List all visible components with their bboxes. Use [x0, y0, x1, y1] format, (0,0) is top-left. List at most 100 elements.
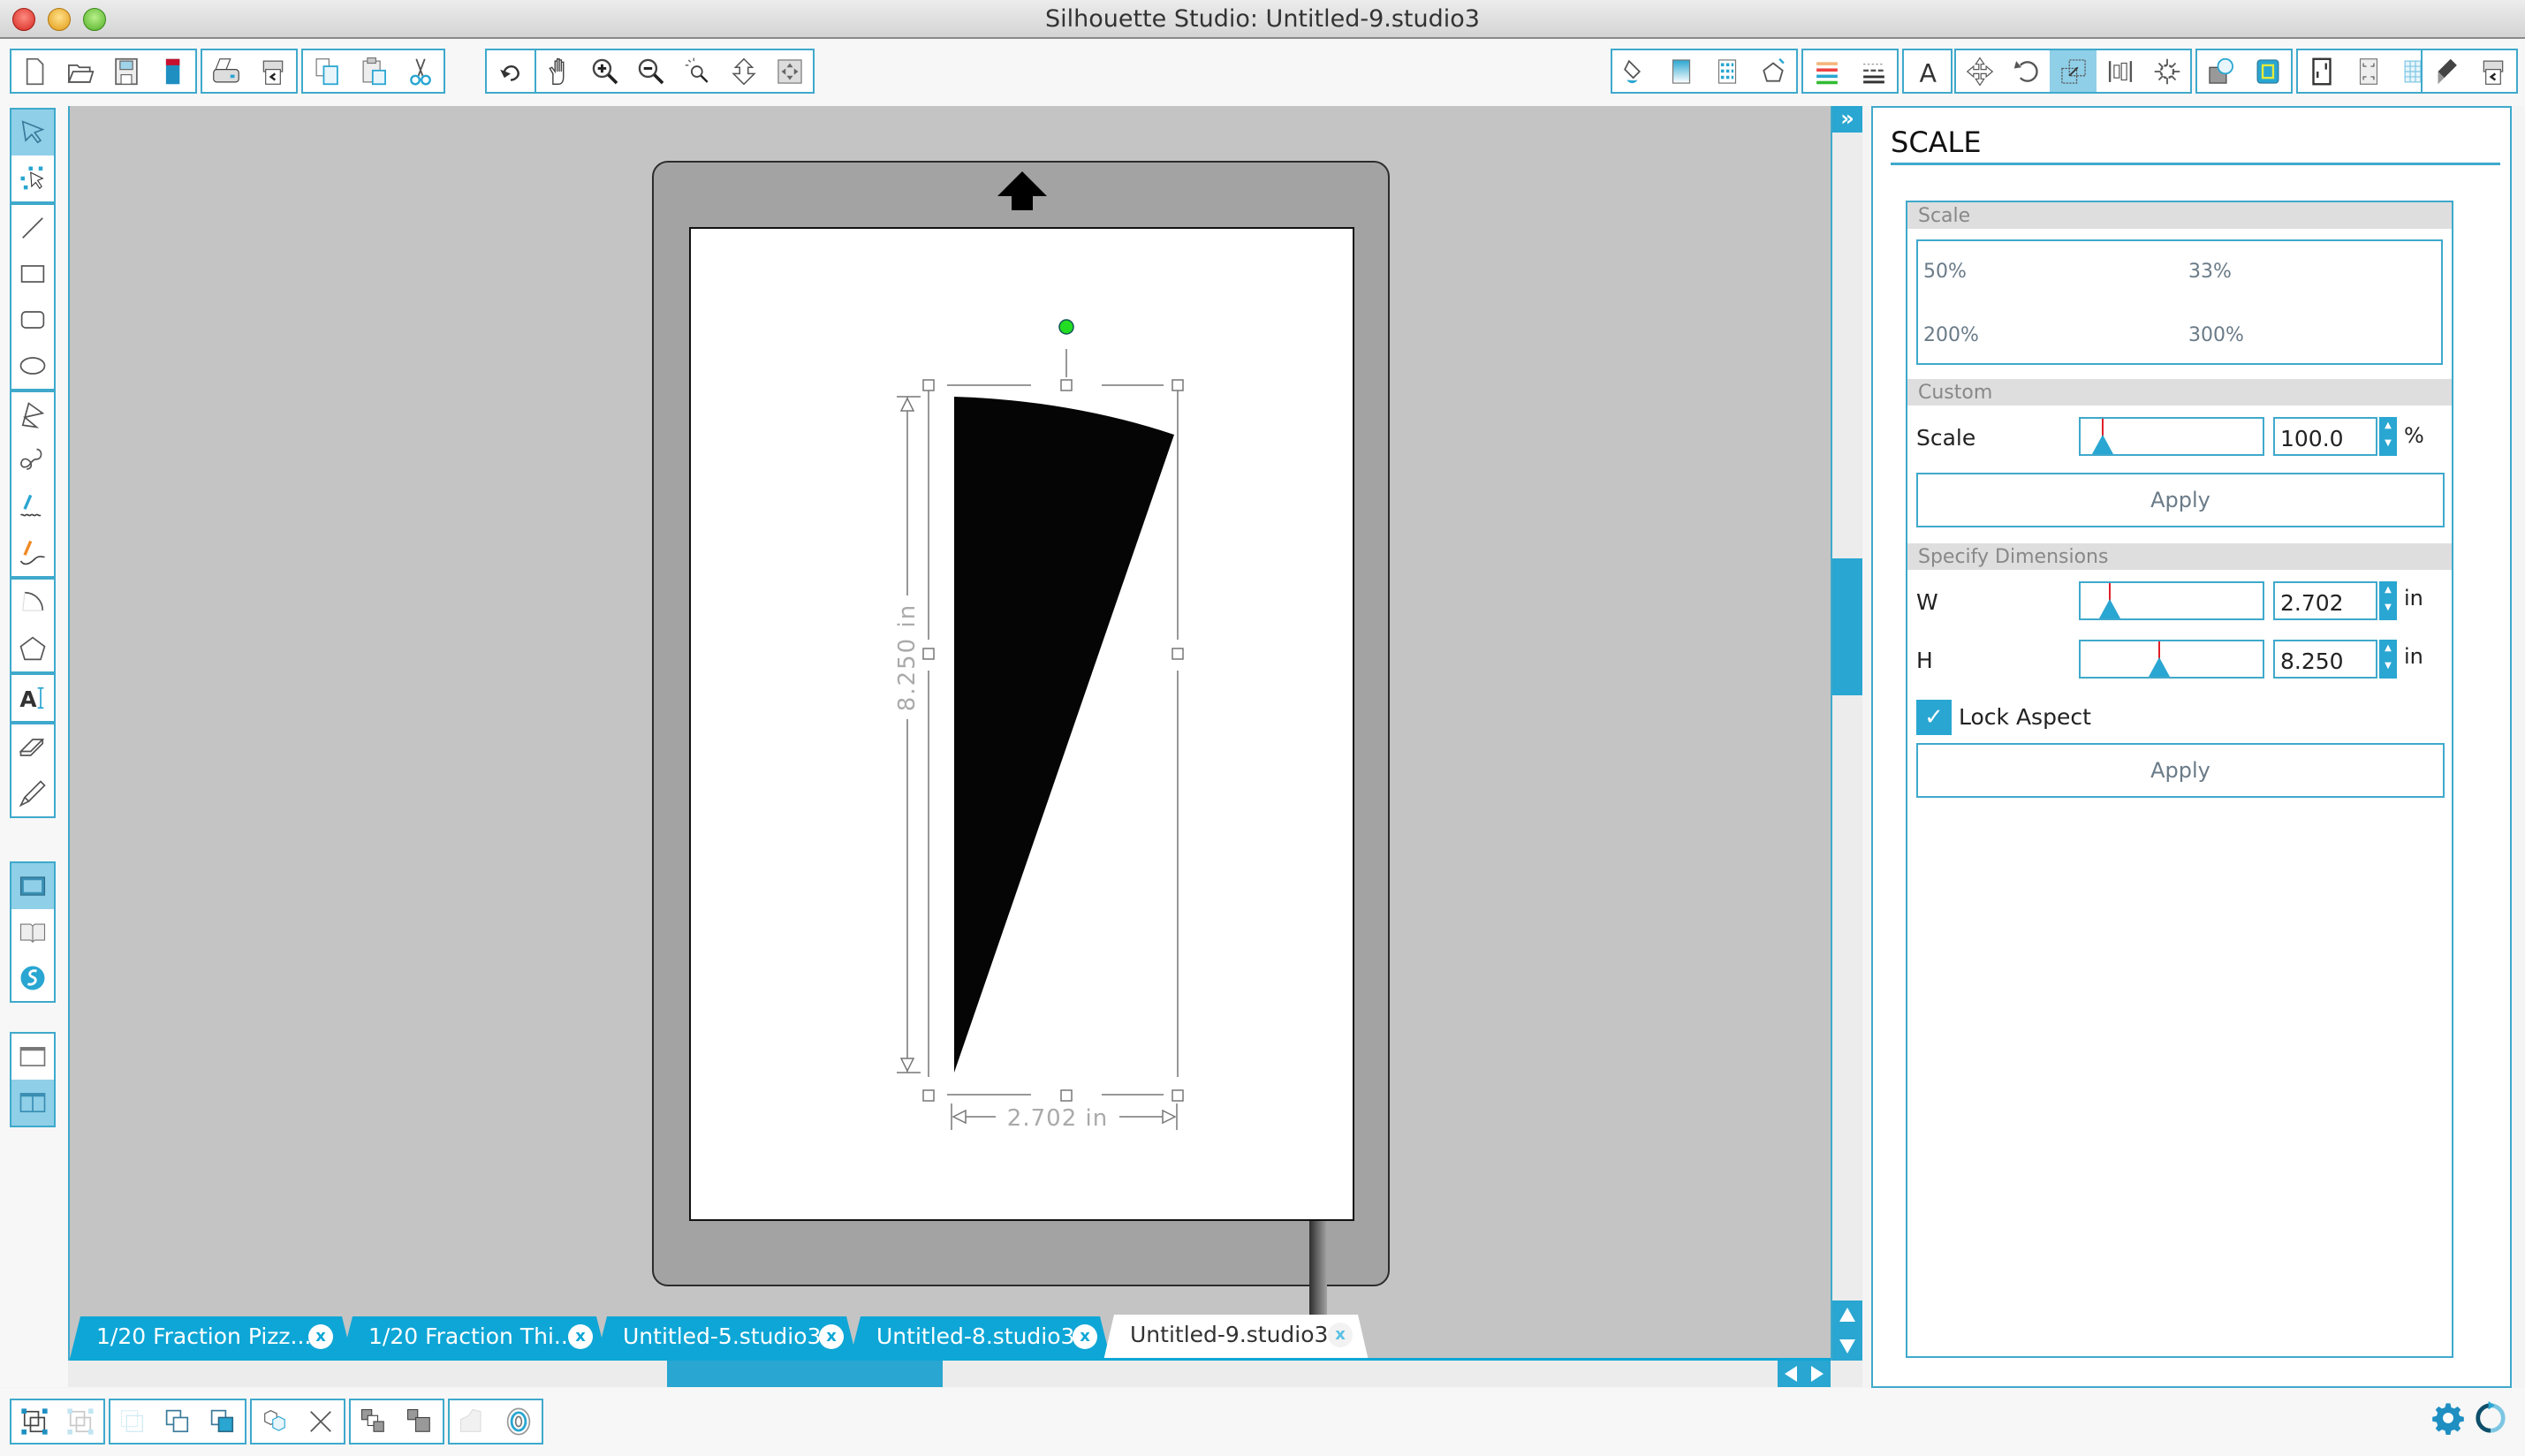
offset-button[interactable]	[2244, 50, 2291, 92]
modify-button[interactable]	[2197, 50, 2244, 92]
tab-close-icon[interactable]: x	[568, 1324, 593, 1349]
send-backward-button[interactable]	[397, 1400, 443, 1443]
lock-aspect-checkbox[interactable]: ✓	[1916, 700, 1952, 735]
curve-tool[interactable]	[11, 438, 54, 484]
vertical-scrollbar[interactable]: »	[1831, 106, 1862, 1361]
delete-button[interactable]	[298, 1400, 344, 1443]
paste-button[interactable]	[350, 50, 397, 92]
preset-300-percent[interactable]: 300%	[2188, 324, 2244, 346]
expand-panel-button[interactable]: »	[1832, 106, 1862, 133]
zoom-out-button[interactable]	[628, 50, 674, 92]
resize-handle-top-right[interactable]	[1172, 379, 1184, 391]
resize-handle-left[interactable]	[922, 648, 935, 660]
tab-1-20-fraction-thi[interactable]: 1/20 Fraction Thi... x	[342, 1316, 607, 1359]
single-panel-button[interactable]	[11, 1034, 54, 1080]
bring-to-front-button[interactable]	[200, 1400, 245, 1443]
tab-close-icon[interactable]: x	[1328, 1323, 1353, 1347]
cut-settings-button[interactable]	[2423, 50, 2469, 92]
group-button[interactable]	[11, 1400, 57, 1443]
width-slider[interactable]	[2079, 581, 2264, 620]
resize-handle-right[interactable]	[1172, 648, 1184, 660]
horizontal-scroll-arrows[interactable]	[1778, 1361, 1831, 1387]
horizontal-scroll-thumb[interactable]	[667, 1361, 943, 1387]
fill-pattern-button[interactable]	[1704, 50, 1750, 92]
preset-33-percent[interactable]: 33%	[2188, 261, 2232, 283]
apply-dimensions-button[interactable]: Apply	[1916, 743, 2445, 798]
rotate-button[interactable]	[2003, 50, 2050, 92]
offset-circle-button[interactable]	[496, 1400, 542, 1443]
new-document-button[interactable]	[11, 50, 57, 92]
weld-button[interactable]	[252, 1400, 298, 1443]
open-file-button[interactable]	[57, 50, 103, 92]
select-tool[interactable]	[11, 110, 54, 155]
horizontal-scrollbar[interactable]	[68, 1361, 1862, 1387]
ellipse-tool[interactable]	[11, 343, 54, 389]
tab-untitled-5[interactable]: Untitled-5.studio3 x	[596, 1316, 857, 1359]
slider-knob[interactable]	[2099, 599, 2120, 618]
trace-button[interactable]	[450, 1400, 496, 1443]
make-compound-path-button[interactable]	[110, 1400, 155, 1443]
rounded-rectangle-tool[interactable]	[11, 297, 54, 343]
undo-button[interactable]	[487, 50, 534, 92]
resize-handle-top[interactable]	[1060, 379, 1073, 391]
smooth-freehand-tool[interactable]	[11, 530, 54, 576]
text-tool[interactable]: A	[11, 675, 54, 721]
send-button[interactable]	[2469, 50, 2516, 92]
release-compound-path-button[interactable]	[155, 1400, 201, 1443]
preset-50-percent[interactable]: 50%	[1923, 261, 1967, 283]
preset-200-percent[interactable]: 200%	[1923, 324, 1979, 346]
height-stepper[interactable]: ▲ ▼	[2379, 640, 2397, 679]
slider-knob[interactable]	[2092, 435, 2113, 454]
line-dashes-button[interactable]	[1850, 50, 1897, 92]
pan-button[interactable]	[536, 50, 582, 92]
ungroup-button[interactable]	[57, 1400, 103, 1443]
transform-button[interactable]	[1956, 50, 2003, 92]
zoom-select-button[interactable]	[675, 50, 721, 92]
drag-zoom-button[interactable]	[721, 50, 767, 92]
height-input[interactable]: 8.250	[2273, 640, 2377, 679]
custom-scale-input[interactable]: 100.0	[2273, 417, 2377, 456]
save-button[interactable]	[103, 50, 149, 92]
registration-marks-button[interactable]	[2345, 50, 2392, 92]
zoom-in-button[interactable]	[582, 50, 628, 92]
resize-handle-bottom-right[interactable]	[1172, 1089, 1184, 1102]
knife-tool[interactable]	[11, 770, 54, 816]
freehand-tool[interactable]	[11, 484, 54, 530]
silhouette-store-button[interactable]	[11, 955, 54, 1001]
width-input[interactable]: 2.702	[2273, 581, 2377, 620]
apply-custom-scale-button[interactable]: Apply	[1916, 473, 2445, 527]
gear-icon[interactable]	[2431, 1400, 2465, 1436]
custom-scale-stepper[interactable]: ▲ ▼	[2379, 417, 2397, 456]
height-slider[interactable]	[2079, 640, 2264, 679]
tab-1-20-fraction-pizza[interactable]: 1/20 Fraction Pizz... x	[70, 1316, 353, 1359]
arc-tool[interactable]	[11, 580, 54, 626]
tab-close-icon[interactable]: x	[819, 1324, 844, 1349]
lock-aspect-label[interactable]: Lock Aspect	[1959, 704, 2091, 730]
custom-scale-slider[interactable]	[2079, 417, 2264, 456]
line-tool[interactable]	[11, 205, 54, 251]
vertical-scroll-thumb[interactable]	[1832, 558, 1862, 695]
split-panel-button[interactable]	[11, 1080, 54, 1126]
fill-gradient-button[interactable]	[1658, 50, 1704, 92]
tab-close-icon[interactable]: x	[308, 1324, 333, 1349]
page-setup-button[interactable]	[2298, 50, 2345, 92]
text-style-button[interactable]: A	[1904, 50, 1951, 92]
cut-button[interactable]	[397, 50, 444, 92]
resize-handle-top-left[interactable]	[922, 379, 935, 391]
save-to-library-button[interactable]	[149, 50, 195, 92]
tab-untitled-8[interactable]: Untitled-8.studio3 x	[850, 1316, 1111, 1359]
send-to-cutter-button[interactable]	[249, 50, 296, 92]
vertical-scroll-arrows[interactable]	[1832, 1301, 1862, 1361]
library-button[interactable]	[11, 909, 54, 955]
line-color-button[interactable]	[1803, 50, 1850, 92]
design-view-button[interactable]	[11, 863, 54, 909]
polygon-tool[interactable]	[11, 392, 54, 438]
regular-polygon-tool[interactable]	[11, 626, 54, 671]
rotation-handle[interactable]	[1058, 319, 1074, 335]
align-button[interactable]	[2097, 50, 2143, 92]
pizza-slice-shape[interactable]	[954, 397, 1174, 1073]
line-style-button[interactable]	[1750, 50, 1796, 92]
resize-handle-bottom-left[interactable]	[922, 1089, 935, 1102]
send-forward-button[interactable]	[351, 1400, 397, 1443]
design-canvas[interactable]: 8.250 in 2.702 in	[68, 106, 1831, 1361]
